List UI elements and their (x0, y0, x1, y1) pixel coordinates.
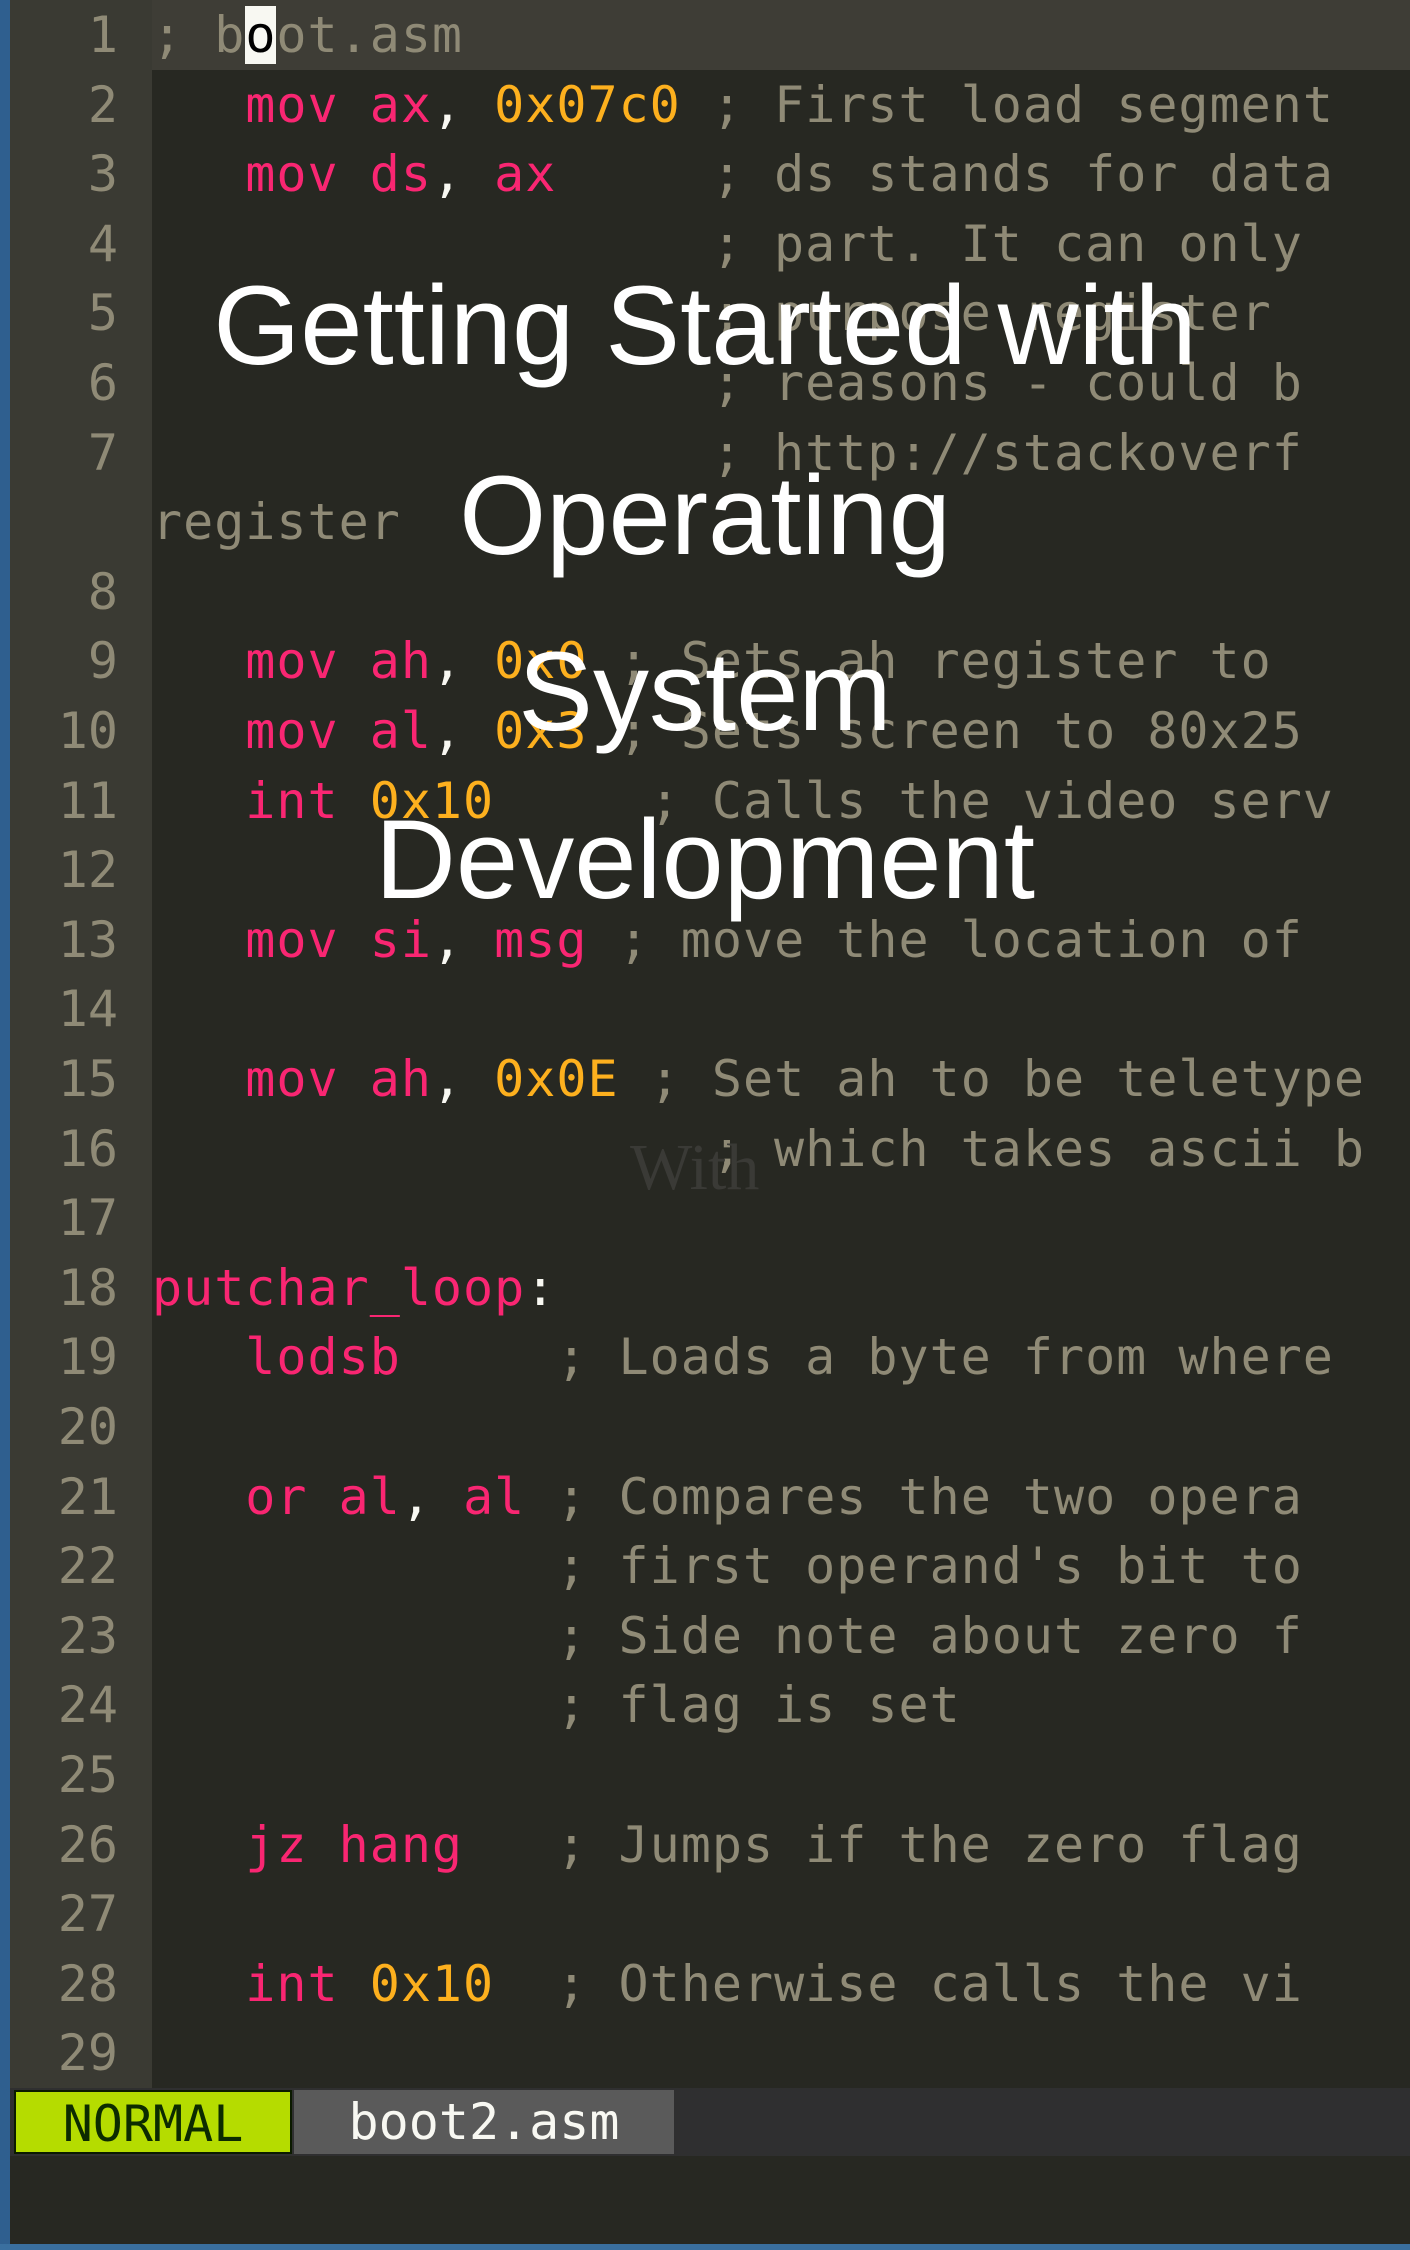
code-line[interactable]: 21 or al, al ; Compares the two opera (10, 1462, 1410, 1532)
line-number: 14 (57, 980, 118, 1039)
line-number: 29 (57, 2024, 118, 2083)
line-number: 19 (57, 1328, 118, 1387)
line-number: 16 (57, 1119, 118, 1178)
code-token: ; flag is set (152, 1676, 961, 1735)
line-number: 17 (57, 1189, 118, 1248)
code-token: , (431, 1050, 495, 1108)
code-token: ; Side note about zero f (152, 1606, 1303, 1665)
code-token: : (525, 1258, 557, 1317)
watermark-text: With (630, 1131, 760, 1204)
code-token: , (431, 145, 495, 204)
mode-indicator: NORMAL (14, 2090, 292, 2154)
line-code: mov ax, 0x07c0 ; First load segment (152, 70, 1334, 140)
code-token: al (463, 1467, 526, 1526)
code-line[interactable]: 25 (10, 1740, 1410, 1810)
line-number: 20 (57, 1398, 118, 1456)
code-token: mov (152, 75, 370, 134)
code-token: ; b (152, 6, 246, 64)
code-token: ah (369, 1050, 432, 1108)
line-number: 2 (87, 75, 118, 134)
code-line[interactable]: 3 mov ds, ax ; ds stands for data (10, 139, 1410, 209)
code-line[interactable]: 29 (10, 2018, 1410, 2088)
line-number: 28 (57, 1954, 118, 2013)
code-token: 0x10 (369, 1954, 495, 2013)
line-number: 27 (57, 1885, 118, 1944)
code-line[interactable]: 27 (10, 1879, 1410, 1949)
code-token: mov (152, 910, 370, 969)
line-code: or al, al ; Compares the two opera (152, 1462, 1303, 1532)
code-line[interactable]: 2 mov ax, 0x07c0 ; First load segment (10, 70, 1410, 140)
line-number: 25 (57, 1746, 118, 1804)
line-number: 1 (87, 6, 118, 64)
line-number: 4 (87, 214, 118, 273)
code-token: mov (152, 1050, 370, 1108)
line-code: int 0x10 ; Otherwise calls the vi (152, 1949, 1303, 2019)
line-code: putchar_loop: (152, 1253, 556, 1323)
code-token: ; Otherwise calls the vi (494, 1954, 1303, 2013)
line-code: ; flag is set (152, 1670, 961, 1740)
code-line[interactable]: 22 ; first operand's bit to (10, 1531, 1410, 1601)
code-token: 0x0E (494, 1050, 619, 1108)
code-token: ; Compares the two opera (525, 1467, 1303, 1526)
text-cursor: o (245, 6, 277, 64)
code-token: al (338, 1467, 401, 1526)
code-token: jz hang (152, 1815, 464, 1874)
code-line[interactable]: 1 ; boot.asm (10, 0, 1410, 70)
line-code: ; first operand's bit to (152, 1531, 1303, 1601)
code-token: ; Set ah to be teletype (618, 1050, 1366, 1108)
line-number: 23 (57, 1606, 118, 1665)
code-token: , (400, 1467, 464, 1526)
status-bar: NORMAL boot2.asm (10, 2088, 1410, 2156)
code-token: int (152, 1954, 370, 2013)
title-line-2: Operating (459, 453, 951, 578)
code-line[interactable]: 19 lodsb ; Loads a byte from where (10, 1322, 1410, 1392)
line-code: ; boot.asm (152, 0, 463, 70)
code-token: ; Jumps if the zero flag (463, 1815, 1303, 1874)
command-line[interactable] (10, 2156, 1410, 2244)
line-code: ; Side note about zero f (152, 1601, 1303, 1671)
title-line-4: Development (375, 797, 1035, 922)
line-number: 3 (87, 145, 118, 204)
code-token: ; First load segment (680, 75, 1334, 134)
code-line[interactable]: 15 mov ah, 0x0E ; Set ah to be teletype (10, 1044, 1410, 1114)
code-token: mov (152, 145, 370, 204)
code-token: ax (369, 75, 432, 134)
code-line[interactable]: 23 ; Side note about zero f (10, 1601, 1410, 1671)
code-token: or (152, 1467, 339, 1526)
code-line[interactable]: 24 ; flag is set (10, 1670, 1410, 1740)
title-line-1: Getting Started with (213, 263, 1197, 388)
code-line[interactable]: 20 (10, 1392, 1410, 1462)
code-token: ; Loads a byte from where (400, 1328, 1334, 1387)
line-code: lodsb ; Loads a byte from where (152, 1322, 1334, 1392)
code-token: , (431, 75, 495, 134)
line-number: 26 (57, 1815, 118, 1874)
code-token: ds (369, 145, 432, 204)
code-token: ; first operand's bit to (152, 1537, 1303, 1596)
line-number: 22 (57, 1537, 118, 1596)
line-code: mov ds, ax ; ds stands for data (152, 139, 1334, 209)
code-line[interactable]: 14 (10, 974, 1410, 1044)
window-bottom-border (0, 2244, 1410, 2250)
title-line-3: System (518, 629, 892, 754)
code-line[interactable]: 18 putchar_loop: (10, 1253, 1410, 1323)
line-number: 18 (57, 1258, 118, 1317)
line-code: mov ah, 0x0E ; Set ah to be teletype (152, 1044, 1365, 1114)
code-token: ot.asm (276, 6, 464, 64)
code-line[interactable]: 28 int 0x10 ; Otherwise calls the vi (10, 1949, 1410, 2019)
filename-label: boot2.asm (294, 2090, 674, 2154)
code-token: 0x07c0 (494, 75, 681, 134)
line-number: 24 (57, 1676, 118, 1735)
code-token: ; ds stands for data (556, 145, 1334, 204)
line-number: 21 (57, 1467, 118, 1526)
code-token: lodsb (152, 1328, 401, 1387)
code-token: putchar_loop (152, 1258, 526, 1317)
code-line[interactable]: 26 jz hang ; Jumps if the zero flag (10, 1810, 1410, 1880)
line-code: jz hang ; Jumps if the zero flag (152, 1810, 1303, 1880)
line-number: 15 (57, 1050, 118, 1108)
code-token: ax (494, 145, 557, 204)
